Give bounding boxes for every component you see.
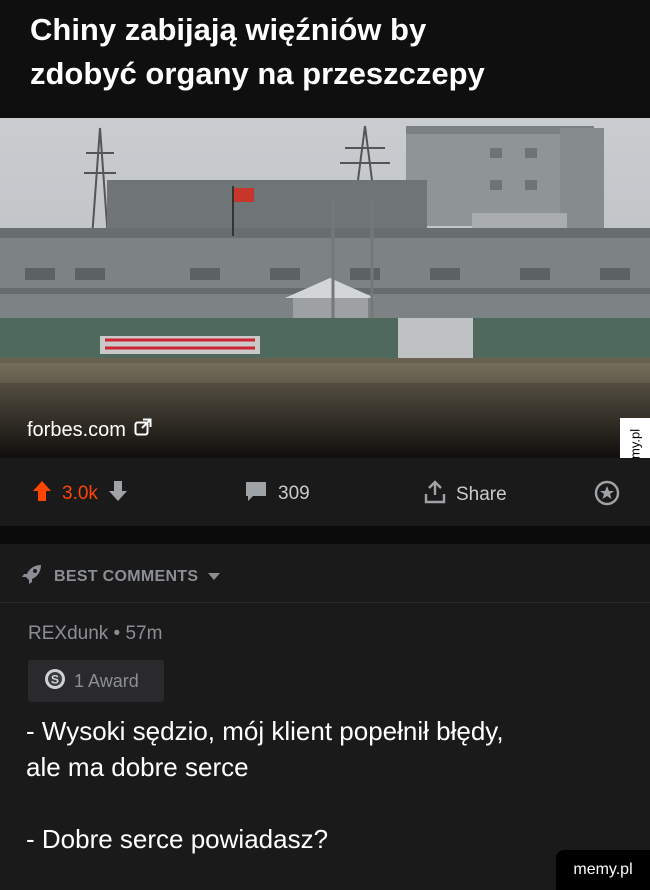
- share-icon: [424, 480, 446, 510]
- post-title: Chiny zabijają więźniów by zdobyć organy…: [30, 8, 630, 96]
- award-icon: [594, 480, 620, 512]
- share-label: Share: [456, 484, 507, 505]
- award-label: 1 Award: [74, 670, 139, 691]
- svg-text:S: S: [51, 672, 59, 686]
- vote-group: 3.0k: [32, 480, 128, 508]
- post-action-bar: 3.0k 309 Share: [0, 458, 650, 526]
- upvote-count: 3.0k: [62, 483, 98, 504]
- comment-meta[interactable]: REXdunk • 57m: [28, 623, 162, 645]
- upvote-icon[interactable]: [32, 480, 52, 508]
- comment-body: - Wysoki sędzio, mój klient popełnił błę…: [26, 713, 641, 857]
- share-button[interactable]: Share: [424, 480, 507, 510]
- external-link-icon: [134, 418, 152, 442]
- title-line-1: Chiny zabijają więźniów by: [30, 12, 427, 47]
- comment-line-3: - Dobre serce powiadasz?: [26, 824, 329, 854]
- caret-down-icon: [208, 568, 221, 586]
- comments-button[interactable]: 309: [244, 480, 310, 508]
- sort-label: BEST COMMENTS: [54, 567, 199, 585]
- comment-icon: [244, 480, 268, 508]
- silver-award-icon: S: [44, 668, 66, 695]
- title-line-2: zdobyć organy na przeszczepy: [30, 56, 485, 91]
- source-domain: forbes.com: [27, 418, 126, 441]
- comment: REXdunk • 57m S 1 Award - Wysoki sędzio,…: [0, 603, 650, 890]
- corner-watermark: memy.pl: [556, 850, 650, 890]
- section-gap: [0, 526, 650, 544]
- downvote-icon[interactable]: [108, 480, 128, 508]
- comment-sort-bar: BEST COMMENTS: [0, 544, 650, 603]
- source-link[interactable]: forbes.com: [27, 418, 152, 442]
- comment-count: 309: [278, 483, 310, 504]
- comment-line-1: - Wysoki sędzio, mój klient popełnił błę…: [26, 716, 504, 746]
- prison-photo: [0, 118, 650, 458]
- award-badge[interactable]: S 1 Award: [28, 660, 164, 702]
- post-image[interactable]: [0, 118, 650, 458]
- sort-dropdown[interactable]: BEST COMMENTS: [20, 562, 221, 591]
- rocket-icon: [20, 562, 44, 591]
- comment-line-2: ale ma dobre serce: [26, 752, 249, 782]
- award-button[interactable]: [594, 480, 620, 512]
